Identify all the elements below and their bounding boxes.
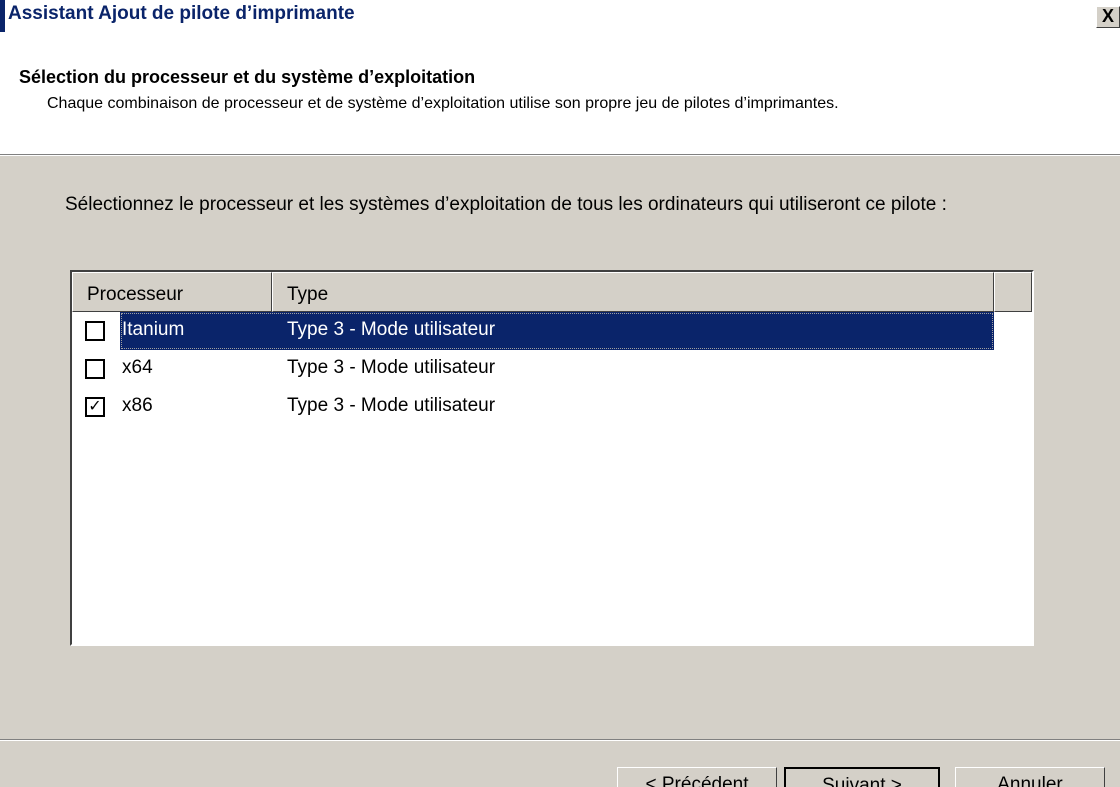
window-icon: [0, 0, 5, 32]
cancel-button[interactable]: Annuler: [955, 767, 1105, 787]
cell-processor: x64: [122, 357, 153, 378]
checkbox-itanium[interactable]: [85, 321, 105, 341]
list-header: Processeur Type: [72, 272, 1032, 312]
list-row-x64[interactable]: x64 Type 3 - Mode utilisateur: [72, 350, 994, 388]
checkbox-x64[interactable]: [85, 359, 105, 379]
page-description: Chaque combinaison de processeur et de s…: [47, 95, 839, 112]
wizard-header: Sélection du processeur et du système d’…: [0, 32, 1120, 154]
column-header-type[interactable]: Type: [272, 272, 994, 312]
list-row-x86[interactable]: ✓ x86 Type 3 - Mode utilisateur: [72, 388, 994, 426]
selection-highlight: [120, 312, 994, 350]
cell-type: Type 3 - Mode utilisateur: [287, 357, 496, 378]
window-title: Assistant Ajout de pilote d’imprimante: [8, 3, 355, 24]
checkbox-x86[interactable]: ✓: [85, 397, 105, 417]
cell-processor: x86: [122, 395, 153, 416]
instruction-text: Sélectionnez le processeur et les systèm…: [65, 194, 947, 215]
cell-processor: Itanium: [122, 319, 185, 340]
close-button[interactable]: X: [1096, 6, 1120, 28]
cell-type: Type 3 - Mode utilisateur: [287, 395, 496, 416]
next-button[interactable]: Suivant >: [784, 767, 940, 787]
footer-divider: [0, 739, 1120, 741]
list-row-itanium[interactable]: Itanium Type 3 - Mode utilisateur: [72, 312, 994, 350]
title-bar[interactable]: Assistant Ajout de pilote d’imprimante X: [0, 0, 1120, 32]
checkmark-icon: ✓: [88, 398, 102, 415]
processor-list[interactable]: Processeur Type Itanium Type 3 - Mode ut…: [70, 270, 1034, 646]
header-divider: [0, 154, 1120, 156]
cell-type: Type 3 - Mode utilisateur: [287, 319, 496, 340]
column-header-processor[interactable]: Processeur: [72, 272, 272, 312]
previous-button[interactable]: < Précédent: [617, 767, 777, 787]
page-title: Sélection du processeur et du système d’…: [19, 67, 476, 87]
column-header-filler: [994, 272, 1032, 312]
